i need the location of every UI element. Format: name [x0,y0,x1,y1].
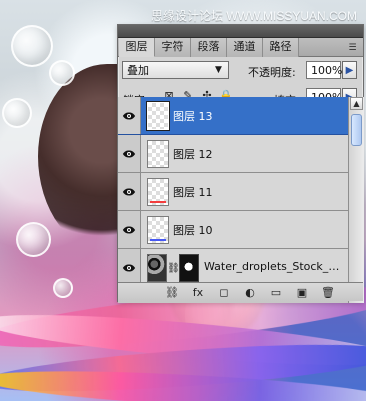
eye-icon [122,188,136,195]
eye-icon [122,150,136,157]
opacity-stepper-icon[interactable]: ▶ [342,61,357,79]
visibility-toggle[interactable] [118,135,141,172]
layer-thumbnail [147,140,169,168]
tab-layers[interactable]: 图层 [119,38,155,57]
panel-tabs: 图层 字符 段落 通道 路径 ☰ [118,38,363,57]
panel-footer: ⛓ fx ◻ ◐ ▭ ▣ 🗑 [118,282,363,301]
tab-paths[interactable]: 路径 [263,38,299,57]
layer-name: 图层 10 [173,224,213,237]
scroll-thumb[interactable] [351,114,362,146]
panel-title-bar[interactable] [118,25,363,38]
tab-character[interactable]: 字符 [155,38,191,57]
layer-name: 图层 11 [173,186,213,199]
blend-mode-select[interactable]: 叠加 ▼ [122,61,229,79]
layer-row[interactable]: 图层 12 [118,135,348,173]
scroll-up-icon[interactable]: ▲ [350,97,363,110]
link-layers-icon[interactable]: ⛓ [163,285,181,299]
opacity-label: 不透明度: [248,66,296,79]
layer-name: 图层 13 [173,110,213,123]
layer-thumbnail [146,101,170,131]
dropdown-arrow-icon[interactable]: ▼ [212,63,225,78]
image-thumbnail [147,254,167,282]
fx-icon[interactable]: fx [189,285,207,299]
layer-row[interactable]: 图层 11 [118,173,348,211]
chain-icon[interactable]: ⛓ [167,261,180,275]
water-bubble [49,60,75,86]
water-bubble [16,222,51,257]
new-group-icon[interactable]: ▭ [267,285,285,299]
water-bubble [2,98,32,128]
layer-name: 图层 12 [173,148,213,161]
layer-thumbnail [147,216,169,244]
visibility-toggle[interactable] [118,173,141,210]
tab-paragraph[interactable]: 段落 [191,38,227,57]
visibility-toggle[interactable] [118,97,141,134]
layers-panel: 图层 字符 段落 通道 路径 ☰ 叠加 ▼ 不透明度: 100% ▶ 锁定: ⊠… [117,24,364,303]
visibility-toggle[interactable] [118,249,141,286]
layer-name: Water_droplets_Stock_b... [204,260,344,273]
eye-icon [122,264,136,271]
tab-channels[interactable]: 通道 [227,38,263,57]
adjustment-layer-icon[interactable]: ◐ [241,285,259,299]
water-bubble [53,278,73,298]
layer-row[interactable]: 图层 10 [118,211,348,249]
eye-icon [122,112,136,119]
panel-menu-icon[interactable]: ☰ [345,39,360,56]
layers-list: 图层 13 图层 12 图层 11 图层 10 ⛓ Water_droplets… [118,97,348,303]
visibility-toggle[interactable] [118,211,141,248]
layer-row[interactable]: 图层 13 [118,97,348,135]
eye-icon [122,226,136,233]
mask-thumbnail [179,254,199,282]
layers-scrollbar[interactable]: ▲ ▼ [348,97,364,303]
new-layer-icon[interactable]: ▣ [293,285,311,299]
delete-layer-icon[interactable]: 🗑 [319,285,337,299]
opacity-field[interactable]: 100% [306,61,342,79]
add-mask-icon[interactable]: ◻ [215,285,233,299]
blend-mode-value: 叠加 [127,64,149,77]
water-bubble [11,25,53,67]
watermark-text: 思缘设计论坛 WWW.MISSYUAN.COM [151,9,357,23]
layer-thumbnail [147,178,169,206]
